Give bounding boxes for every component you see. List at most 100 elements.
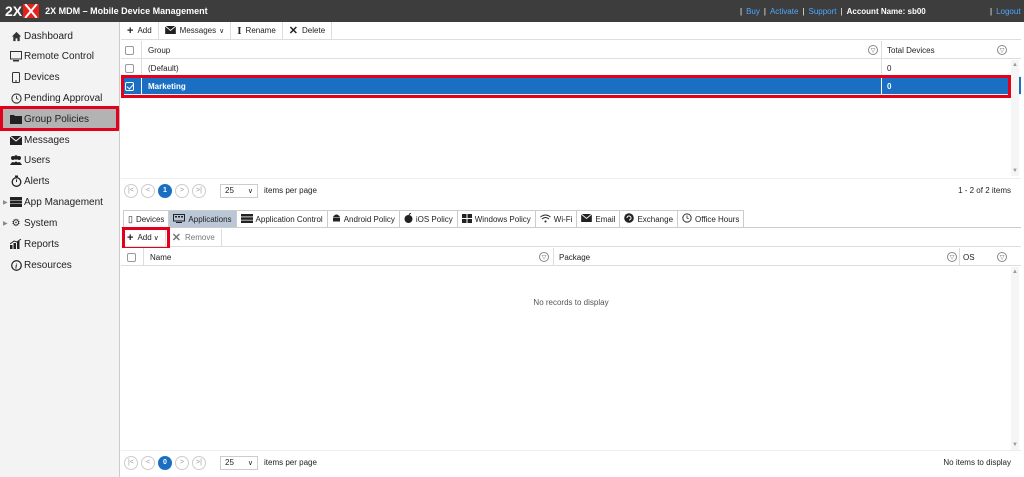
groups-scrollbar[interactable]: ▲ ▼ (1011, 60, 1019, 176)
rename-button[interactable]: I Rename (231, 21, 283, 40)
phone-icon: ▯ (128, 213, 133, 224)
add-app-button[interactable]: + Add ∨ (121, 228, 166, 247)
gears-icon: ⚙ (11, 217, 21, 229)
tab-office-hours[interactable]: Office Hours (677, 210, 745, 227)
messages-button-label: Messages (179, 26, 217, 35)
sidebar-item-label: Group Policies (24, 113, 90, 125)
buy-link[interactable]: Buy (746, 7, 760, 16)
tab-email[interactable]: Email (576, 210, 621, 227)
sidebar-item-reports[interactable]: Reports (0, 234, 120, 254)
next-page-button[interactable]: > (175, 455, 189, 470)
apps-toolbar: + Add ∨ ✕ Remove (121, 228, 1021, 247)
filter-icon[interactable]: ▽ (997, 41, 1007, 59)
total-devices: 0 (887, 63, 892, 73)
tab-exchange[interactable]: Exchange (619, 210, 679, 227)
filter-icon[interactable]: ▽ (868, 41, 878, 59)
sidebar-item-label: Alerts (24, 175, 50, 187)
windows-icon (461, 213, 472, 225)
tab-windows-policy[interactable]: Windows Policy (456, 210, 536, 227)
logo-text: 2X (5, 3, 23, 19)
svg-text:i: i (15, 261, 17, 270)
groups-grid-header: Group ▽ Total Devices ▽ (121, 41, 1021, 59)
tab-applications[interactable]: Applications (168, 210, 237, 227)
select-all-checkbox[interactable] (125, 41, 134, 59)
prev-page-button[interactable]: < (141, 455, 155, 470)
sidebar-item-system[interactable]: ▶ ⚙ System (0, 213, 120, 233)
column-header-group[interactable]: Group (148, 41, 170, 59)
first-page-button[interactable]: |< (124, 455, 138, 470)
apps-scrollbar[interactable]: ▲ ▼ (1011, 267, 1019, 450)
monitor-icon (10, 50, 22, 62)
plus-icon: + (127, 231, 134, 244)
tab-wifi[interactable]: Wi-Fi (534, 210, 578, 227)
column-header-package[interactable]: Package (559, 248, 590, 266)
sidebar-item-users[interactable]: Users (0, 150, 120, 170)
remove-button-label: Remove (185, 233, 215, 242)
stopwatch-icon (10, 175, 22, 187)
sidebar-item-remote-control[interactable]: Remote Control (0, 46, 120, 66)
logout-link[interactable]: Logout (996, 7, 1020, 16)
tab-label: iOS Policy (415, 214, 453, 224)
first-page-button[interactable]: |< (124, 183, 138, 198)
current-page[interactable]: 1 (158, 183, 172, 198)
prev-page-button[interactable]: < (141, 183, 155, 198)
filter-icon[interactable]: ▽ (539, 248, 549, 266)
column-header-total-devices[interactable]: Total Devices (887, 41, 935, 59)
table-row[interactable]: Marketing 0 (121, 77, 1021, 95)
table-row[interactable]: (Default) 0 (121, 59, 1021, 77)
applications-icon (173, 213, 186, 225)
delete-button-label: Delete (302, 26, 326, 35)
page-size-select[interactable]: 25 ∨ (220, 455, 258, 470)
sidebar-item-messages[interactable]: Messages (0, 130, 120, 150)
policy-tabs: ▯ Devices Applications Application Contr… (121, 210, 1021, 228)
tab-ios-policy[interactable]: iOS Policy (398, 210, 458, 227)
sidebar-item-group-policies[interactable]: Group Policies (0, 109, 120, 129)
expand-arrow-icon[interactable]: ▶ (3, 199, 8, 206)
tab-label: Application Control (255, 214, 323, 224)
tab-android-policy[interactable]: Android Policy (326, 210, 400, 227)
column-header-name[interactable]: Name (150, 248, 171, 266)
page-size-select[interactable]: 25 ∨ (220, 183, 258, 198)
tab-label: Email (595, 214, 616, 224)
page-size-value: 25 (225, 186, 234, 195)
phone-icon (10, 71, 22, 83)
page-size-value: 25 (225, 458, 234, 467)
tab-devices[interactable]: ▯ Devices (123, 210, 170, 227)
last-page-button[interactable]: >| (192, 183, 206, 198)
sidebar-item-resources[interactable]: i Resources (0, 255, 120, 275)
expand-arrow-icon[interactable]: ▶ (3, 220, 8, 227)
add-button-label: Add (137, 26, 152, 35)
sidebar-item-alerts[interactable]: Alerts (0, 171, 120, 191)
messages-button[interactable]: Messages ∨ (159, 21, 232, 40)
next-page-button[interactable]: > (175, 183, 189, 198)
add-button[interactable]: + Add (121, 21, 159, 40)
per-page-label: items per page (264, 458, 317, 467)
last-page-button[interactable]: >| (192, 455, 206, 470)
filter-icon[interactable]: ▽ (947, 248, 957, 266)
filter-icon[interactable]: ▽ (997, 248, 1007, 266)
remove-app-button[interactable]: ✕ Remove (166, 228, 222, 247)
activate-link[interactable]: Activate (770, 7, 798, 16)
select-all-checkbox[interactable] (127, 248, 136, 266)
groups-grid: Group ▽ Total Devices ▽ (Default) 0 Mark… (121, 41, 1021, 95)
row-checkbox[interactable] (125, 59, 134, 77)
support-link[interactable]: Support (809, 7, 837, 16)
sidebar-item-dashboard[interactable]: Dashboard (0, 26, 120, 46)
sidebar-item-devices[interactable]: Devices (0, 67, 120, 87)
group-name: (Default) (148, 63, 179, 73)
delete-button[interactable]: ✕ Delete (283, 21, 333, 40)
apple-icon (404, 212, 413, 225)
sidebar-item-label: System (24, 217, 58, 229)
column-header-os[interactable]: OS (963, 248, 975, 266)
groups-toolbar: + Add Messages ∨ I Rename ✕ Delete (121, 21, 1021, 40)
chevron-down-icon: ∨ (247, 187, 253, 195)
sidebar-item-app-management[interactable]: ▶ App Management (0, 192, 120, 212)
wifi-icon (539, 214, 551, 225)
sidebar-item-label: Reports (24, 238, 60, 250)
row-checkbox[interactable] (125, 77, 134, 95)
sidebar-item-pending-approval[interactable]: Pending Approval (0, 88, 120, 108)
tab-application-control[interactable]: Application Control (235, 210, 328, 227)
current-page[interactable]: 0 (158, 455, 172, 470)
android-icon (332, 213, 341, 225)
separator: | (802, 6, 805, 16)
